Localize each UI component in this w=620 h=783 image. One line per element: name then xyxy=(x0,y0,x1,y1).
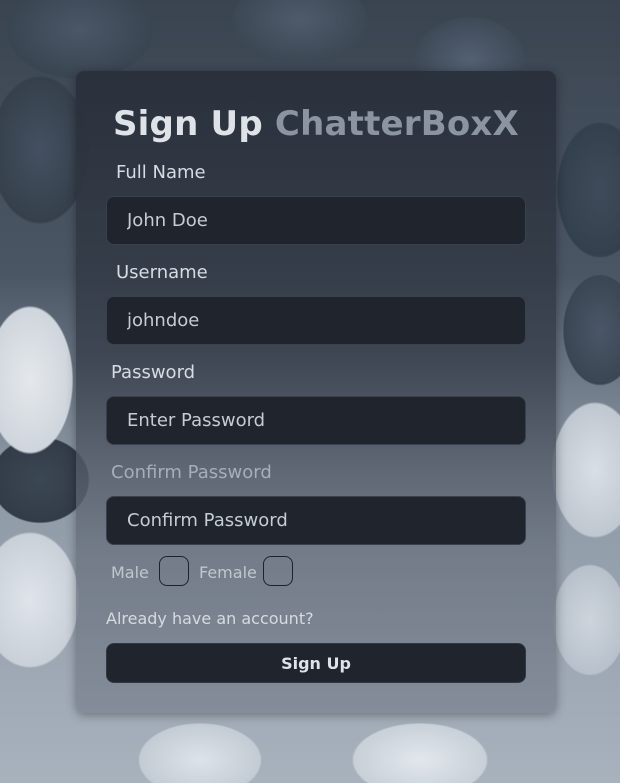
signup-button[interactable]: Sign Up xyxy=(106,643,526,683)
signup-card: Sign Up ChatterBoxX Full Name Username P… xyxy=(76,71,556,713)
full-name-label: Full Name xyxy=(116,162,206,183)
male-label: Male xyxy=(111,563,149,582)
password-label: Password xyxy=(111,362,196,383)
confirm-password-input[interactable] xyxy=(106,496,526,545)
female-checkbox[interactable] xyxy=(263,556,293,586)
title-brand: ChatterBoxX xyxy=(274,104,519,144)
title-main: Sign Up xyxy=(113,104,263,144)
username-input[interactable] xyxy=(106,296,526,345)
login-link[interactable]: Already have an account? xyxy=(106,609,314,628)
page-title: Sign Up ChatterBoxX xyxy=(76,104,556,144)
username-label: Username xyxy=(116,262,208,283)
confirm-password-label: Confirm Password xyxy=(111,462,272,483)
password-input[interactable] xyxy=(106,396,526,445)
full-name-input[interactable] xyxy=(106,196,526,245)
female-label: Female xyxy=(199,563,257,582)
male-checkbox[interactable] xyxy=(159,556,189,586)
